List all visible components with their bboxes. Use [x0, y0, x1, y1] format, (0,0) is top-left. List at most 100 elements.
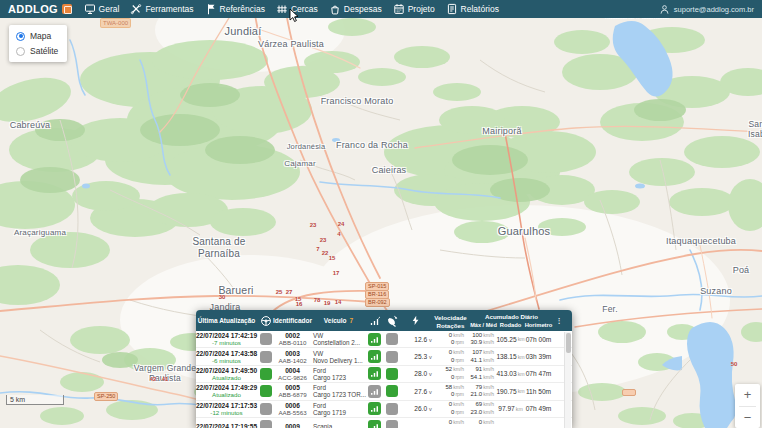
- km-marker: 22: [322, 250, 329, 256]
- col-gps-icon[interactable]: [383, 310, 400, 331]
- row-speed: 0: [449, 349, 452, 355]
- signal-indicator: [368, 420, 381, 428]
- table-scrollbar[interactable]: [564, 332, 571, 428]
- row-max-speed: 91: [475, 366, 482, 372]
- col-power-icon[interactable]: [400, 310, 431, 331]
- row-hours: 07h 00m: [526, 336, 552, 343]
- menu-item-flag[interactable]: Referências: [199, 0, 270, 18]
- col-identifier[interactable]: Identificador: [274, 310, 311, 331]
- table-row[interactable]: 22/07/2024 17:43:58-6 minutos 0003AAB-14…: [196, 348, 572, 365]
- gps-indicator: [386, 403, 398, 415]
- col-hours[interactable]: Horímetro: [524, 322, 553, 328]
- km-marker: 23: [310, 222, 317, 228]
- row-model: Novo Delivery 1...: [313, 357, 363, 364]
- menu-item-monitor[interactable]: Geral: [78, 0, 125, 18]
- row-updated: 22/07/2024 17:49:29: [196, 384, 257, 391]
- main-menu: Geral Ferramentas Referências Cercas Des…: [78, 0, 659, 18]
- row-brand: VW: [313, 332, 323, 339]
- road-badge: SP-250: [94, 392, 118, 401]
- row-hours: 07h 47m: [526, 370, 552, 377]
- vehicle-table: Última Atualização Identificador Veículo…: [196, 310, 572, 428]
- row-avg-speed: 21.0: [470, 391, 482, 397]
- col-vehicle[interactable]: Veículo7: [311, 310, 366, 331]
- col-max-avg[interactable]: Máx / Méd: [470, 322, 497, 328]
- signal-indicator: [368, 402, 381, 415]
- col-last-update[interactable]: Última Atualização: [196, 310, 257, 331]
- menu-item-report[interactable]: Relatórios: [440, 0, 504, 18]
- table-row[interactable]: 22/07/2024 17:49:29Atualizado 0005ABB-68…: [196, 383, 572, 400]
- scrollbar-thumb[interactable]: [566, 333, 571, 353]
- ignition-column-icon[interactable]: [257, 310, 274, 331]
- app-logo[interactable]: ADDLOG: [0, 3, 72, 15]
- flag-icon: [205, 3, 217, 15]
- row-avg-speed: 23.0: [470, 409, 482, 415]
- col-speed[interactable]: Velocidade: [431, 314, 470, 321]
- map-label: Araçariguama: [14, 228, 66, 237]
- km-marker: 42: [150, 376, 157, 382]
- row-updated: 22/07/2024 17:42:19: [196, 332, 257, 339]
- row-rpm: 0: [451, 339, 454, 345]
- row-voltage: 27.6 v: [414, 388, 431, 395]
- km-marker: 7: [316, 246, 319, 252]
- menu-item-bag[interactable]: Despesas: [323, 0, 387, 18]
- row-voltage: 28.0 v: [414, 370, 431, 377]
- signal-indicator: [368, 350, 381, 363]
- table-row[interactable]: 22/07/2024 17:19:55 0009 Scania 0km/h 0k…: [196, 418, 572, 428]
- table-menu-dots[interactable]: ⋮: [553, 310, 565, 331]
- map-label: Jundiaí: [225, 25, 262, 38]
- menu-item-tools[interactable]: Ferramentas: [125, 0, 199, 18]
- zoom-out-button[interactable]: −: [735, 407, 760, 428]
- logo-icon: [62, 4, 72, 14]
- ignition-indicator: [260, 368, 272, 380]
- ignition-indicator: [260, 333, 272, 345]
- row-brand: VW: [313, 350, 323, 357]
- row-voltage: 12.6 v: [414, 336, 431, 343]
- map-label: Santana de Parnaíba: [192, 236, 245, 259]
- row-plate: AAB-1402: [278, 357, 306, 364]
- row-voltage: 25.3 v: [414, 353, 431, 360]
- vehicle-count: 7: [350, 317, 354, 324]
- zoom-in-button[interactable]: +: [735, 384, 760, 406]
- map-label: Mairiporã: [482, 126, 521, 136]
- row-code: 0002: [285, 332, 300, 339]
- row-plate: ABB-6879: [278, 391, 306, 398]
- map-radio[interactable]: [16, 32, 25, 41]
- satellite-radio[interactable]: [16, 47, 25, 56]
- gps-indicator: [386, 351, 398, 363]
- km-marker: 17: [333, 270, 340, 276]
- gps-indicator: [386, 333, 398, 345]
- row-speed: 52: [445, 366, 452, 372]
- row-max-speed: 69: [475, 401, 482, 407]
- row-updated: 22/07/2024 17:49:50: [196, 367, 257, 374]
- row-distance: 190.75: [496, 388, 516, 395]
- table-row[interactable]: 22/07/2024 17:42:19-7 minutos 0002ABB-01…: [196, 331, 572, 348]
- row-brand: Ford: [313, 402, 326, 409]
- km-marker: 16: [296, 301, 303, 307]
- row-code: 0003: [285, 350, 300, 357]
- table-row[interactable]: 22/07/2024 17:49:50Atualizado 0004ACC-98…: [196, 366, 572, 383]
- map-type-control: Mapa Satélite: [9, 25, 67, 62]
- row-rpm: 0: [451, 409, 454, 415]
- account-area[interactable]: suporte@addlog.com.br: [659, 4, 762, 15]
- km-marker: 41: [162, 376, 169, 382]
- table-row[interactable]: 22/07/2024 17:17:53-12 minutos 0006AAB-5…: [196, 401, 572, 418]
- row-max-speed: 107: [472, 349, 482, 355]
- bag-icon: [329, 3, 341, 15]
- row-code: 0009: [285, 423, 300, 428]
- row-hours: 11h 50m: [526, 388, 551, 395]
- map-type-satellite[interactable]: Satélite: [16, 46, 58, 56]
- signal-indicator: [368, 385, 381, 398]
- map-label: Franco da Rocha: [336, 140, 408, 150]
- gps-indicator: [386, 420, 398, 428]
- col-signal-icon[interactable]: [366, 310, 383, 331]
- row-distance: 413.03: [496, 370, 516, 377]
- mouse-cursor: [289, 9, 300, 27]
- row-speed: 0: [449, 332, 452, 338]
- km-marker: 14: [335, 299, 342, 305]
- menu-item-calendar[interactable]: Projeto: [387, 0, 440, 18]
- row-brand: Ford: [313, 367, 326, 374]
- col-distance[interactable]: Rodado: [497, 322, 524, 328]
- map-type-map[interactable]: Mapa: [16, 31, 58, 41]
- map-radio-label: Mapa: [30, 31, 51, 41]
- row-distance: 105.25: [496, 336, 516, 343]
